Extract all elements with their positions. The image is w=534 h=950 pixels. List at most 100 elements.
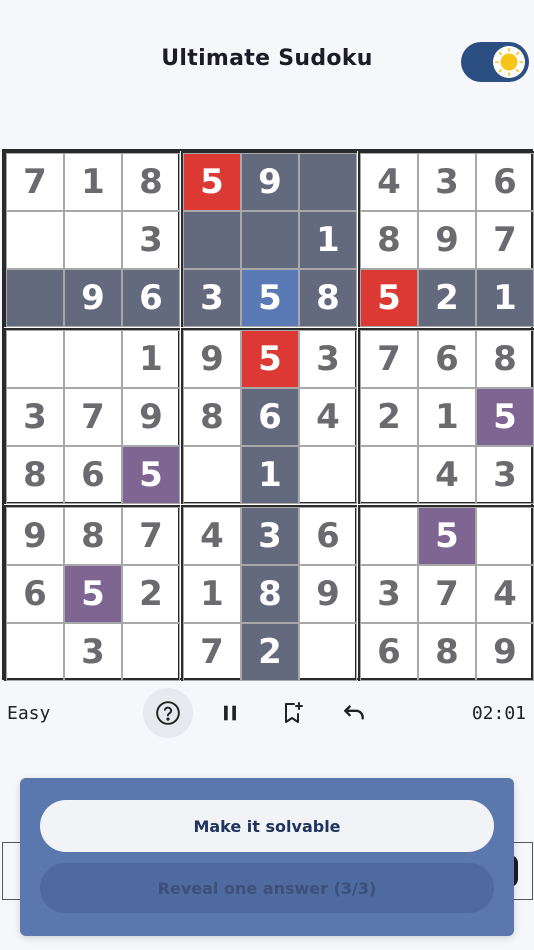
page-title: Ultimate Sudoku	[161, 46, 373, 71]
sudoku-cell[interactable]: 4	[299, 388, 357, 446]
undo-button[interactable]	[329, 688, 379, 738]
sudoku-cell[interactable]: 2	[418, 269, 476, 327]
sudoku-cell[interactable]	[122, 623, 180, 681]
pause-button[interactable]	[205, 688, 255, 738]
sudoku-cell[interactable]: 9	[241, 153, 299, 211]
sudoku-cell[interactable]: 6	[122, 269, 180, 327]
sudoku-cell[interactable]: 8	[64, 507, 122, 565]
help-button[interactable]	[143, 688, 193, 738]
undo-icon	[344, 705, 364, 720]
sudoku-cell[interactable]: 4	[418, 446, 476, 504]
sudoku-cell[interactable]: 8	[360, 211, 418, 269]
sudoku-cell[interactable]: 4	[183, 507, 241, 565]
pause-icon	[224, 705, 236, 721]
sudoku-cell[interactable]	[360, 446, 418, 504]
sudoku-cell[interactable]: 8	[299, 269, 357, 327]
sudoku-cell[interactable]	[183, 446, 241, 504]
sudoku-cell[interactable]	[64, 211, 122, 269]
sudoku-cell[interactable]	[360, 507, 418, 565]
sudoku-cell[interactable]: 1	[64, 153, 122, 211]
difficulty-label: Easy	[7, 703, 51, 724]
make-solvable-button[interactable]: Make it solvable	[40, 800, 494, 852]
sudoku-cell[interactable]: 5	[418, 507, 476, 565]
sudoku-cell[interactable]: 3	[183, 269, 241, 327]
sudoku-cell[interactable]: 6	[476, 153, 534, 211]
sudoku-cell[interactable]: 3	[241, 507, 299, 565]
sudoku-cell[interactable]: 9	[476, 623, 534, 681]
sudoku-cell[interactable]: 1	[418, 388, 476, 446]
sudoku-cell[interactable]: 6	[299, 507, 357, 565]
sudoku-box: 9538641	[181, 328, 357, 504]
sudoku-cell[interactable]: 7	[6, 153, 64, 211]
sudoku-cell[interactable]: 3	[122, 211, 180, 269]
sudoku-cell[interactable]: 2	[122, 565, 180, 623]
sudoku-cell[interactable]: 6	[418, 330, 476, 388]
sudoku-cell[interactable]: 2	[241, 623, 299, 681]
bookmark-button[interactable]	[267, 688, 317, 738]
sudoku-cell[interactable]: 8	[183, 388, 241, 446]
sudoku-cell[interactable]: 8	[418, 623, 476, 681]
sudoku-cell[interactable]: 5	[241, 269, 299, 327]
sudoku-cell[interactable]: 6	[360, 623, 418, 681]
sudoku-cell[interactable]: 1	[183, 565, 241, 623]
sudoku-cell[interactable]: 7	[183, 623, 241, 681]
sudoku-cell[interactable]	[476, 507, 534, 565]
timer: 02:01	[471, 703, 526, 724]
sudoku-cell[interactable]: 8	[6, 446, 64, 504]
sudoku-cell[interactable]: 1	[122, 330, 180, 388]
sudoku-cell[interactable]	[6, 623, 64, 681]
sudoku-cell[interactable]: 7	[64, 388, 122, 446]
sudoku-cell[interactable]: 6	[241, 388, 299, 446]
sudoku-cell[interactable]: 3	[360, 565, 418, 623]
sudoku-cell[interactable]	[64, 330, 122, 388]
sudoku-cell[interactable]: 9	[122, 388, 180, 446]
sudoku-cell[interactable]: 3	[418, 153, 476, 211]
sudoku-cell[interactable]: 5	[64, 565, 122, 623]
sudoku-cell[interactable]: 9	[183, 330, 241, 388]
sudoku-cell[interactable]: 7	[418, 565, 476, 623]
sudoku-cell[interactable]	[183, 211, 241, 269]
sudoku-cell[interactable]: 2	[360, 388, 418, 446]
theme-toggle[interactable]	[461, 42, 529, 82]
sudoku-cell[interactable]: 8	[241, 565, 299, 623]
sudoku-cell[interactable]: 5	[122, 446, 180, 504]
sudoku-cell[interactable]: 9	[6, 507, 64, 565]
sudoku-cell[interactable]: 9	[418, 211, 476, 269]
sudoku-cell[interactable]	[299, 623, 357, 681]
sudoku-cell[interactable]: 8	[122, 153, 180, 211]
sudoku-cell[interactable]	[6, 211, 64, 269]
reveal-answer-button: Reveal one answer (3/3)	[40, 863, 494, 913]
sudoku-cell[interactable]: 3	[476, 446, 534, 504]
sudoku-cell[interactable]: 4	[476, 565, 534, 623]
sudoku-cell[interactable]: 6	[64, 446, 122, 504]
sudoku-cell[interactable]: 4	[360, 153, 418, 211]
sudoku-box: 591358	[181, 151, 357, 327]
sudoku-board: 7183965913584368975211379865953864176821…	[2, 149, 534, 681]
sudoku-cell[interactable]: 9	[64, 269, 122, 327]
sudoku-box: 718396	[4, 151, 180, 327]
sudoku-cell[interactable]: 1	[241, 446, 299, 504]
sudoku-cell[interactable]: 5	[476, 388, 534, 446]
sudoku-cell[interactable]	[6, 330, 64, 388]
sudoku-box: 436897521	[358, 151, 534, 327]
sudoku-cell[interactable]	[241, 211, 299, 269]
sudoku-cell[interactable]: 7	[360, 330, 418, 388]
sudoku-cell[interactable]: 3	[299, 330, 357, 388]
sudoku-cell[interactable]: 8	[476, 330, 534, 388]
sudoku-cell[interactable]: 5	[241, 330, 299, 388]
sudoku-cell[interactable]: 7	[476, 211, 534, 269]
sudoku-cell[interactable]: 3	[6, 388, 64, 446]
sudoku-cell[interactable]: 5	[183, 153, 241, 211]
sudoku-cell[interactable]: 7	[122, 507, 180, 565]
sudoku-box: 76821543	[358, 328, 534, 504]
sudoku-cell[interactable]: 1	[476, 269, 534, 327]
sudoku-cell[interactable]: 5	[360, 269, 418, 327]
sudoku-cell[interactable]: 6	[6, 565, 64, 623]
sudoku-cell[interactable]	[299, 153, 357, 211]
sudoku-cell[interactable]	[6, 269, 64, 327]
sudoku-cell[interactable]: 3	[64, 623, 122, 681]
sudoku-box: 43618972	[181, 505, 357, 681]
sudoku-cell[interactable]: 1	[299, 211, 357, 269]
sudoku-cell[interactable]: 9	[299, 565, 357, 623]
sudoku-cell[interactable]	[299, 446, 357, 504]
